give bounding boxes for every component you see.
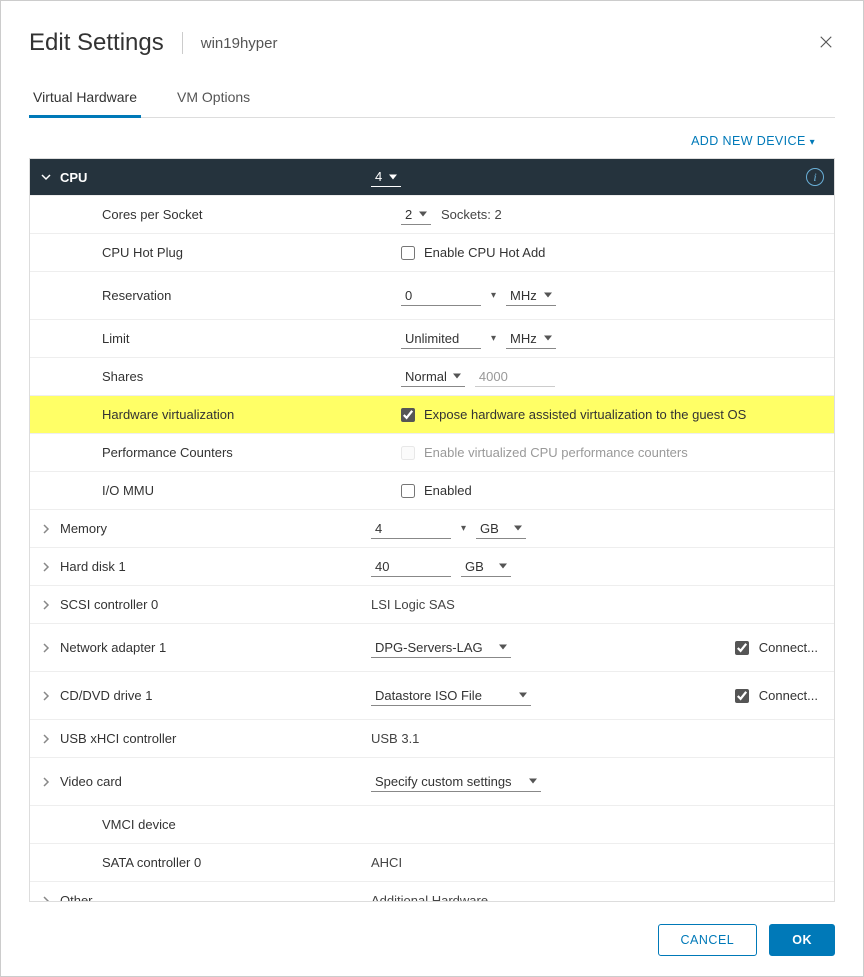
cpu-count-select[interactable]: 4 bbox=[371, 167, 401, 187]
chevron-right-icon[interactable] bbox=[36, 777, 56, 787]
add-new-device-button[interactable]: ADD NEW DEVICE ▾ bbox=[691, 134, 815, 148]
hard-disk-input[interactable] bbox=[371, 557, 451, 577]
network-adapter-select[interactable]: DPG-Servers-LAG bbox=[371, 638, 511, 658]
chevron-right-icon[interactable] bbox=[36, 562, 56, 572]
scsi-controller-label: SCSI controller 0 bbox=[56, 597, 361, 612]
network-adapter-label: Network adapter 1 bbox=[56, 640, 361, 655]
cd-connect-checkbox[interactable] bbox=[735, 689, 749, 703]
chevron-down-icon[interactable]: ▾ bbox=[491, 290, 496, 301]
sata-controller-label: SATA controller 0 bbox=[56, 855, 361, 870]
limit-unit-select[interactable]: MHz bbox=[506, 329, 556, 349]
cpu-hot-plug-label: CPU Hot Plug bbox=[56, 245, 391, 260]
shares-label: Shares bbox=[56, 369, 391, 384]
network-connect-text: Connect... bbox=[759, 640, 818, 655]
memory-unit-select[interactable]: GB bbox=[476, 519, 526, 539]
info-icon[interactable]: i bbox=[806, 168, 824, 186]
other-value: Additional Hardware bbox=[371, 893, 488, 902]
usb-controller-label: USB xHCI controller bbox=[56, 731, 361, 746]
cpu-hot-add-checkbox[interactable] bbox=[401, 246, 415, 260]
chevron-down-icon: ▾ bbox=[810, 137, 815, 148]
chevron-right-icon[interactable] bbox=[36, 643, 56, 653]
shares-level-select[interactable]: Normal bbox=[401, 367, 465, 387]
vmci-device-label: VMCI device bbox=[56, 817, 361, 832]
memory-input[interactable] bbox=[371, 519, 451, 539]
performance-counters-label: Performance Counters bbox=[56, 445, 391, 460]
cd-dvd-label: CD/DVD drive 1 bbox=[56, 688, 361, 703]
hard-disk-label: Hard disk 1 bbox=[56, 559, 361, 574]
tab-vm-options[interactable]: VM Options bbox=[173, 81, 254, 117]
hardware-virtualization-label: Hardware virtualization bbox=[56, 407, 391, 422]
chevron-right-icon[interactable] bbox=[36, 524, 56, 534]
memory-label: Memory bbox=[56, 521, 361, 536]
close-icon[interactable] bbox=[817, 33, 835, 54]
performance-counters-checkbox bbox=[401, 446, 415, 460]
cancel-button[interactable]: CANCEL bbox=[658, 924, 758, 956]
hardware-virtualization-checkbox[interactable] bbox=[401, 408, 415, 422]
cpu-label: CPU bbox=[60, 170, 87, 185]
network-connect-checkbox[interactable] bbox=[735, 641, 749, 655]
scsi-controller-value: LSI Logic SAS bbox=[371, 597, 455, 612]
video-card-select[interactable]: Specify custom settings bbox=[371, 772, 541, 792]
io-mmu-text: Enabled bbox=[424, 483, 472, 498]
vm-name: win19hyper bbox=[201, 35, 278, 52]
cd-dvd-select[interactable]: Datastore ISO File bbox=[371, 686, 531, 706]
limit-label: Limit bbox=[56, 331, 391, 346]
limit-input[interactable] bbox=[401, 329, 481, 349]
io-mmu-checkbox[interactable] bbox=[401, 484, 415, 498]
divider bbox=[182, 32, 183, 54]
video-card-label: Video card bbox=[56, 774, 361, 789]
reservation-input[interactable] bbox=[401, 286, 481, 306]
sockets-text: Sockets: 2 bbox=[441, 207, 502, 222]
tab-virtual-hardware[interactable]: Virtual Hardware bbox=[29, 81, 141, 118]
chevron-right-icon[interactable] bbox=[36, 691, 56, 701]
reservation-label: Reservation bbox=[56, 288, 391, 303]
usb-controller-value: USB 3.1 bbox=[371, 731, 419, 746]
sata-controller-value: AHCI bbox=[371, 855, 402, 870]
other-label: Other bbox=[56, 893, 361, 902]
shares-value-input[interactable] bbox=[475, 367, 555, 387]
hard-disk-unit-select[interactable]: GB bbox=[461, 557, 511, 577]
chevron-down-icon[interactable] bbox=[36, 172, 56, 182]
add-new-device-label: ADD NEW DEVICE bbox=[691, 134, 806, 148]
chevron-right-icon[interactable] bbox=[36, 734, 56, 744]
reservation-unit-select[interactable]: MHz bbox=[506, 286, 556, 306]
cd-connect-text: Connect... bbox=[759, 688, 818, 703]
cpu-hot-add-text: Enable CPU Hot Add bbox=[424, 245, 545, 260]
chevron-down-icon[interactable]: ▾ bbox=[491, 333, 496, 344]
ok-button[interactable]: OK bbox=[769, 924, 835, 956]
chevron-right-icon[interactable] bbox=[36, 600, 56, 610]
cores-per-socket-select[interactable]: 2 bbox=[401, 205, 431, 225]
chevron-down-icon[interactable]: ▾ bbox=[461, 523, 466, 534]
hardware-virtualization-text: Expose hardware assisted virtualization … bbox=[424, 407, 746, 422]
dialog-title: Edit Settings bbox=[29, 29, 164, 57]
io-mmu-label: I/O MMU bbox=[56, 483, 391, 498]
cores-per-socket-label: Cores per Socket bbox=[56, 207, 391, 222]
performance-counters-text: Enable virtualized CPU performance count… bbox=[424, 445, 688, 460]
hardware-panel: CPU 4 i Cores per Socket 2 Sockets: 2 CP… bbox=[29, 158, 835, 902]
